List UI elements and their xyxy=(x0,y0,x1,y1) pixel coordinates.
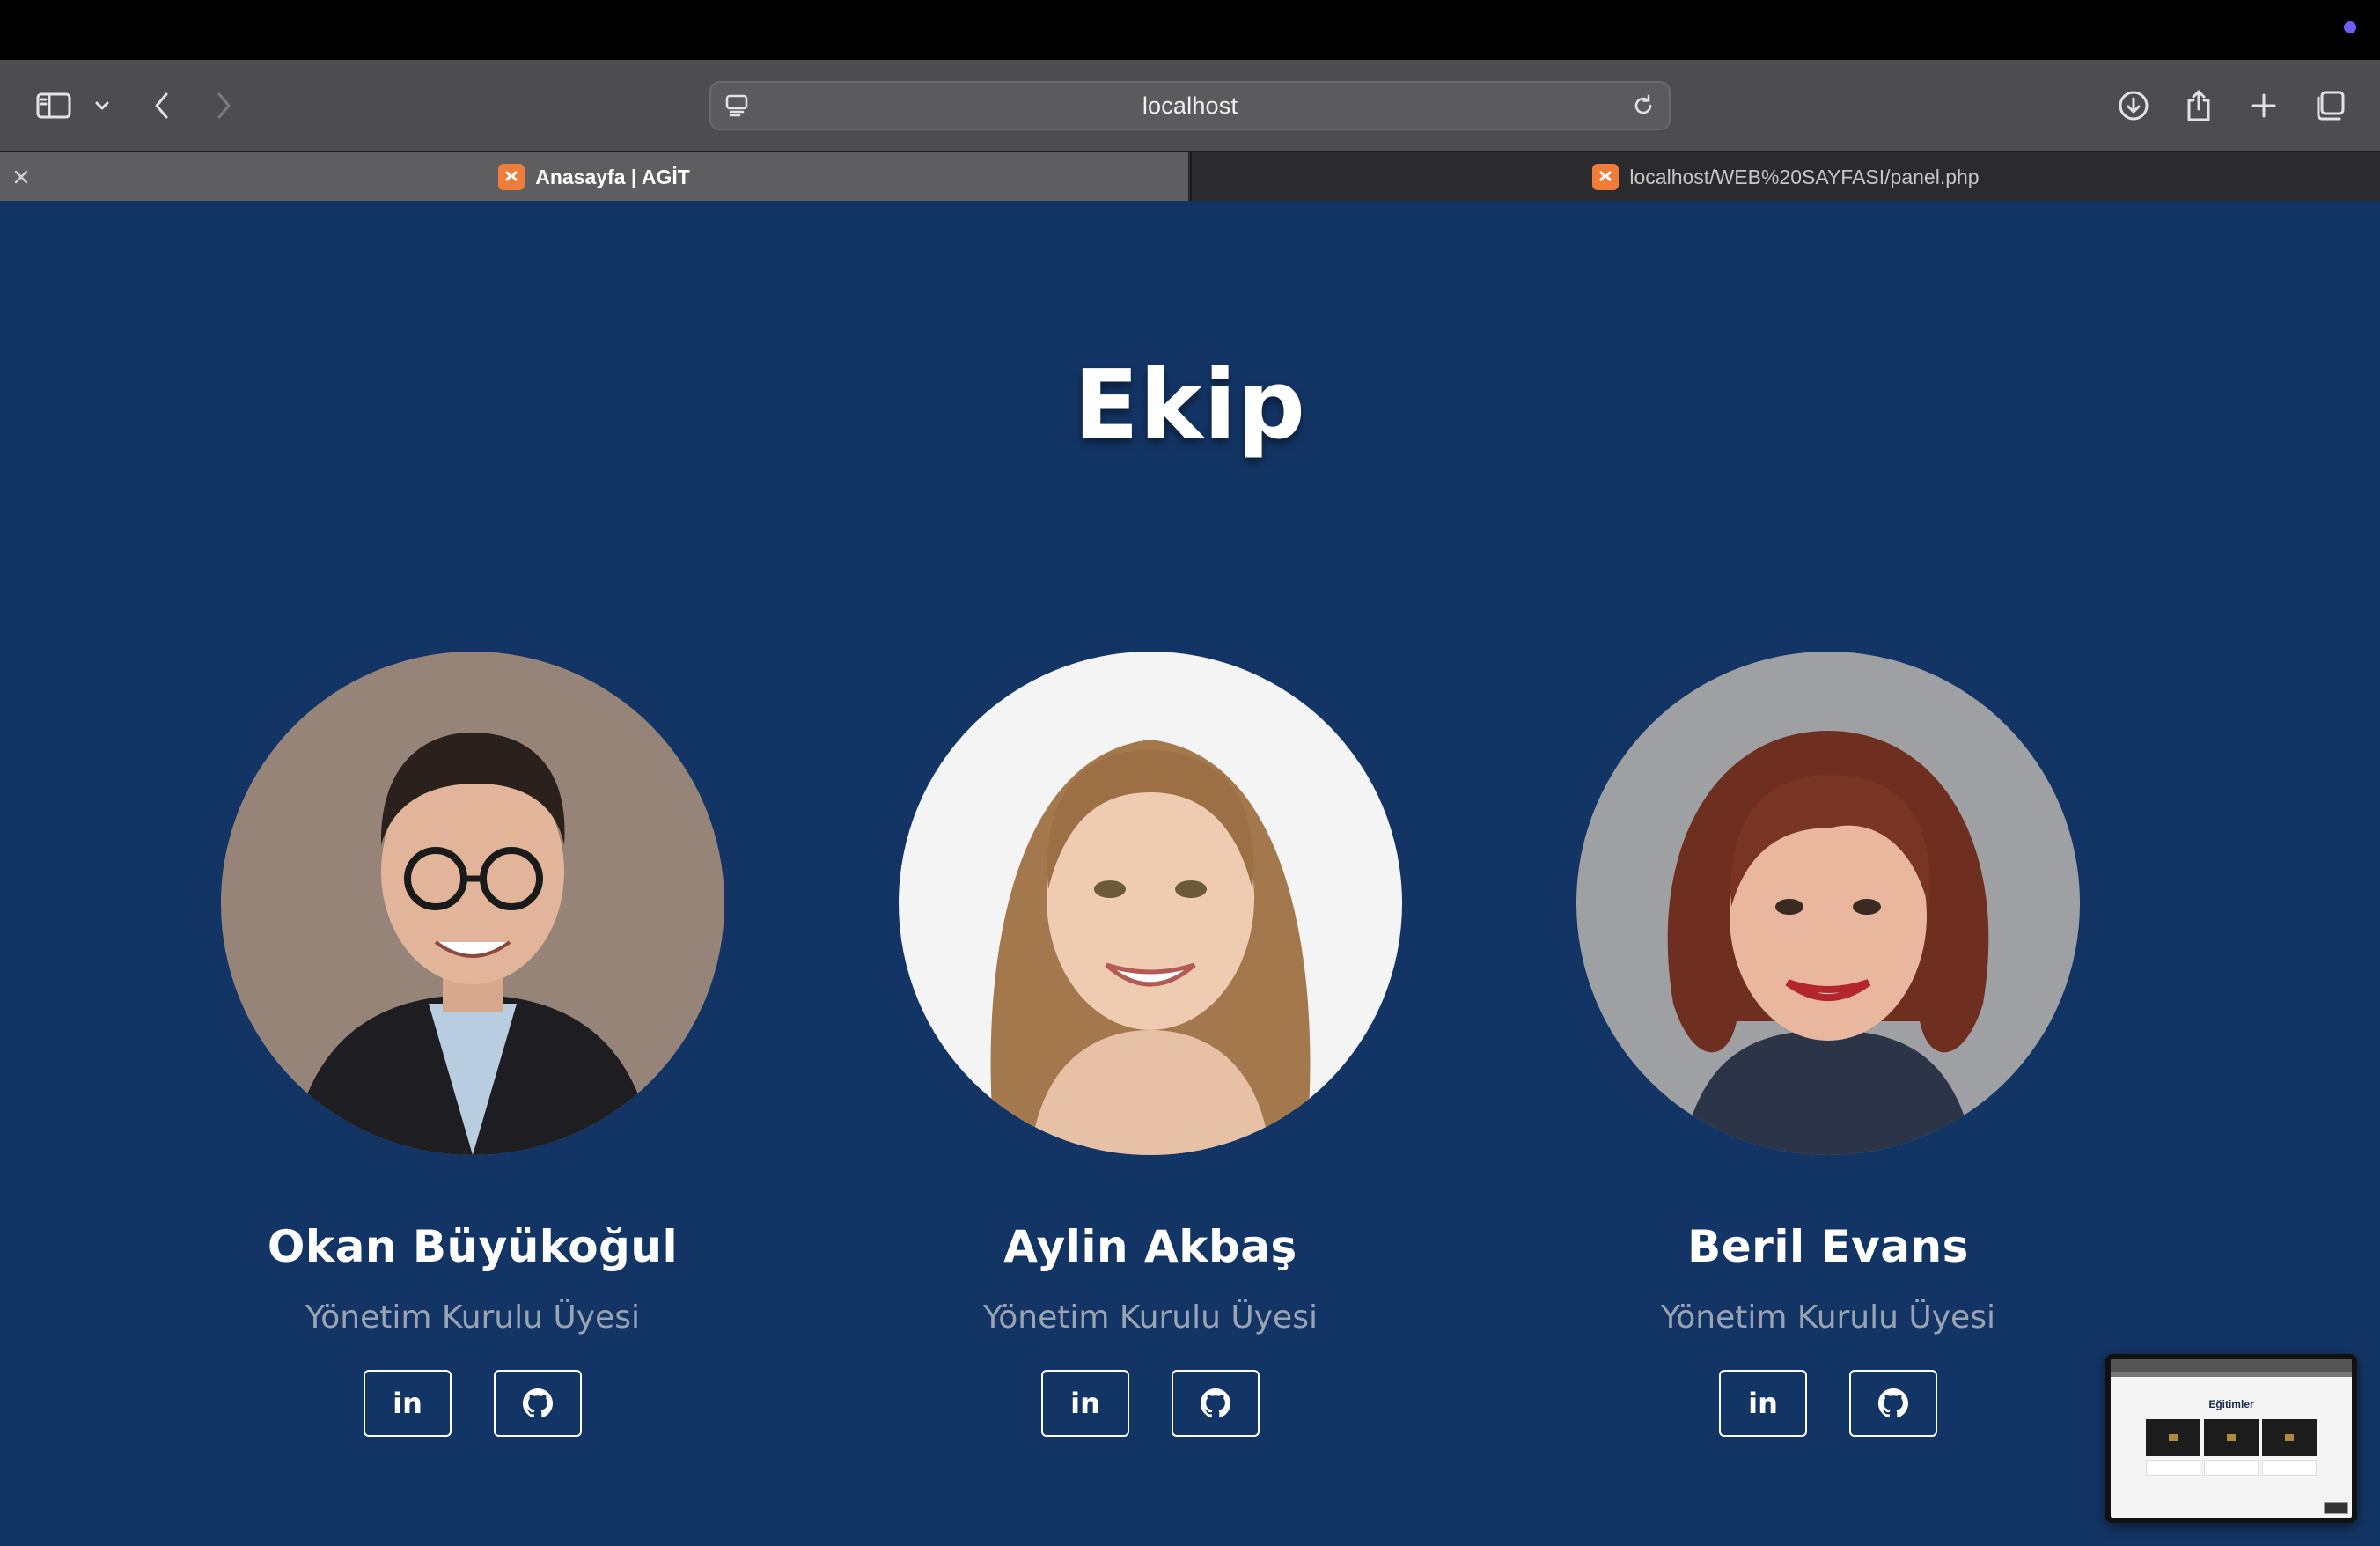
section-title: Ekip xyxy=(1074,350,1306,460)
member-role: Yönetim Kurulu Üyesi xyxy=(1661,1299,1995,1336)
downloads-button[interactable] xyxy=(2116,83,2151,129)
team-member-card: Aylin Akbaş Yönetim Kurulu Üyesi in xyxy=(842,652,1458,1437)
member-photo xyxy=(1576,652,2080,1155)
github-button[interactable] xyxy=(1849,1370,1937,1437)
sidebar-icon xyxy=(36,92,71,119)
team-member-card: Okan Büyükoğul Yönetim Kurulu Üyesi in xyxy=(165,652,781,1437)
thumbnail-caption xyxy=(2204,1460,2259,1476)
tab-anasayfa[interactable]: Anasayfa | AGİT xyxy=(0,152,1188,202)
thumbnail-tabs xyxy=(2111,1372,2352,1377)
team-member-card: Beril Evans Yönetim Kurulu Üyesi in xyxy=(1520,652,2136,1437)
member-name: Aylin Akbaş xyxy=(1003,1221,1297,1272)
back-button[interactable] xyxy=(148,83,176,129)
status-dot-icon xyxy=(2344,21,2356,33)
download-icon xyxy=(2119,91,2149,121)
reload-icon xyxy=(1634,94,1652,114)
thumbnail-card xyxy=(2146,1419,2200,1456)
xampp-favicon-icon xyxy=(1592,164,1620,190)
github-button[interactable] xyxy=(494,1370,582,1437)
tab-overview-button[interactable] xyxy=(2311,83,2348,129)
chevron-left-icon xyxy=(155,92,168,119)
xampp-favicon-icon xyxy=(498,164,525,190)
tabs-overview-icon xyxy=(2317,91,2345,121)
github-icon xyxy=(1878,1388,1908,1418)
close-icon xyxy=(14,170,28,184)
chevron-right-icon xyxy=(217,92,231,119)
browser-toolbar: localhost xyxy=(0,60,2380,151)
github-button[interactable] xyxy=(1172,1370,1260,1437)
thumbnail-toolbar xyxy=(2111,1359,2352,1372)
thumbnail-card xyxy=(2204,1419,2259,1456)
member-role: Yönetim Kurulu Üyesi xyxy=(983,1299,1318,1336)
tab-title: localhost/WEB%20SAYFASI/panel.php xyxy=(1629,165,1980,188)
social-links: in xyxy=(1041,1370,1260,1437)
reload-button[interactable] xyxy=(1630,92,1656,122)
thumbnail-corner-preview xyxy=(2324,1502,2348,1514)
forward-button[interactable] xyxy=(209,83,238,129)
social-links: in xyxy=(1719,1370,1937,1437)
sidebar-menu-dropdown[interactable] xyxy=(92,83,113,129)
member-role: Yönetim Kurulu Üyesi xyxy=(305,1299,640,1336)
member-name: Beril Evans xyxy=(1687,1221,1969,1272)
system-menu-bar xyxy=(0,0,2380,60)
linkedin-button[interactable]: in xyxy=(1719,1370,1807,1437)
thumbnail-cards xyxy=(2111,1419,2352,1456)
social-links: in xyxy=(364,1370,582,1437)
tab-title: Anasayfa | AGİT xyxy=(535,165,690,188)
thumbnail-caption xyxy=(2262,1460,2317,1476)
share-icon xyxy=(2187,90,2210,121)
screenshot-thumbnail[interactable]: Eğitimler xyxy=(2105,1354,2357,1523)
new-tab-button[interactable] xyxy=(2246,83,2281,129)
member-photo xyxy=(899,652,1402,1155)
linkedin-icon: in xyxy=(1748,1387,1778,1420)
plus-icon xyxy=(2251,93,2276,118)
tab-strip: Anasayfa | AGİT localhost/WEB%20SAYFASI/… xyxy=(0,151,2380,202)
linkedin-icon: in xyxy=(1070,1387,1100,1420)
share-button[interactable] xyxy=(2181,83,2216,129)
close-tab-button[interactable] xyxy=(11,166,32,188)
thumbnail-title: Eğitimler xyxy=(2208,1398,2254,1410)
thumbnail-caption xyxy=(2146,1460,2200,1476)
tab-panel[interactable]: localhost/WEB%20SAYFASI/panel.php xyxy=(1190,152,2380,202)
thumbnail-card-captions xyxy=(2111,1460,2352,1476)
url-text: localhost xyxy=(1142,92,1238,119)
sidebar-toggle-button[interactable] xyxy=(33,83,74,129)
linkedin-icon: in xyxy=(393,1387,422,1420)
github-icon xyxy=(523,1388,553,1418)
github-icon xyxy=(1201,1388,1230,1418)
chevron-down-icon xyxy=(95,101,109,110)
linkedin-button[interactable]: in xyxy=(1041,1370,1129,1437)
address-bar[interactable]: localhost xyxy=(709,81,1671,130)
member-photo xyxy=(221,652,724,1155)
member-name: Okan Büyükoğul xyxy=(267,1221,679,1272)
linkedin-button[interactable]: in xyxy=(364,1370,452,1437)
reader-mode-icon[interactable] xyxy=(724,92,750,122)
page-content: Ekip Okan Büyükoğul Yönetim Kurulu Üyesi… xyxy=(0,201,2380,1546)
thumbnail-card xyxy=(2262,1419,2317,1456)
